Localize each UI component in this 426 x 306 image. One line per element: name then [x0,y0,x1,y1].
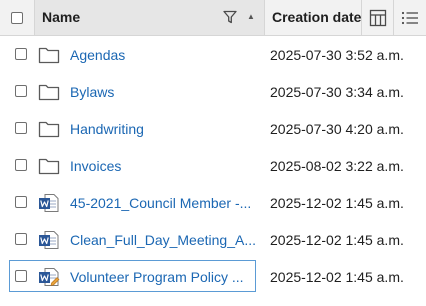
table-row[interactable]: Handwriting 2025-07-30 4:20 a.m. [0,110,426,147]
file-list: Agendas 2025-07-30 3:52 a.m. Bylaws 2025… [0,36,426,295]
table-row[interactable]: Bylaws 2025-07-30 3:34 a.m. [0,73,426,110]
list-menu-button[interactable] [394,0,426,35]
row-checkbox[interactable] [15,270,27,282]
columns-icon [369,9,386,26]
file-name-link[interactable]: Bylaws [70,84,260,100]
table-header: Name ▲ Creation date [0,0,426,36]
folder-icon [38,158,60,175]
creation-date: 2025-07-30 3:34 a.m. [270,84,404,100]
sort-ascending-icon[interactable]: ▲ [247,12,255,21]
file-name-link[interactable]: Agendas [70,47,260,63]
select-all-checkbox[interactable] [11,11,23,24]
list-menu-icon [401,11,418,24]
row-checkbox[interactable] [15,85,27,97]
select-all-cell [0,0,34,35]
folder-icon [38,84,60,101]
creation-date-column-label: Creation date [272,9,362,25]
table-row[interactable]: Invoices 2025-08-02 3:22 a.m. [0,147,426,184]
filter-icon[interactable] [223,10,237,24]
file-name-link[interactable]: Volunteer Program Policy ... [70,269,260,285]
creation-date: 2025-07-30 3:52 a.m. [270,47,404,63]
file-name-link[interactable]: Clean_Full_Day_Meeting_A... [70,232,260,248]
file-name-link[interactable]: Invoices [70,158,260,174]
row-checkbox[interactable] [15,233,27,245]
creation-date: 2025-07-30 4:20 a.m. [270,121,404,137]
name-column-label: Name [42,9,81,25]
folder-icon [38,47,60,64]
name-column-header[interactable]: Name ▲ [34,0,265,35]
columns-button[interactable] [362,0,394,35]
file-name-link[interactable]: 45-2021_Council Member -... [70,195,260,211]
row-checkbox[interactable] [15,48,27,60]
table-row[interactable]: Agendas 2025-07-30 3:52 a.m. [0,36,426,73]
creation-date-column-header[interactable]: Creation date [265,0,362,35]
creation-date: 2025-12-02 1:45 a.m. [270,269,404,285]
table-row[interactable]: Clean_Full_Day_Meeting_A... 2025-12-02 1… [0,221,426,258]
folder-icon [38,121,60,138]
table-row[interactable]: 45-2021_Council Member -... 2025-12-02 1… [0,184,426,221]
creation-date: 2025-08-02 3:22 a.m. [270,158,404,174]
creation-date: 2025-12-02 1:45 a.m. [270,232,404,248]
row-checkbox[interactable] [15,122,27,134]
creation-date: 2025-12-02 1:45 a.m. [270,195,404,211]
word-document-icon [39,231,59,249]
word-document-edit-icon [39,268,60,286]
table-row[interactable]: Volunteer Program Policy ... 2025-12-02 … [0,258,426,295]
file-name-link[interactable]: Handwriting [70,121,260,137]
word-document-icon [39,194,59,212]
row-checkbox[interactable] [15,159,27,171]
row-checkbox[interactable] [15,196,27,208]
